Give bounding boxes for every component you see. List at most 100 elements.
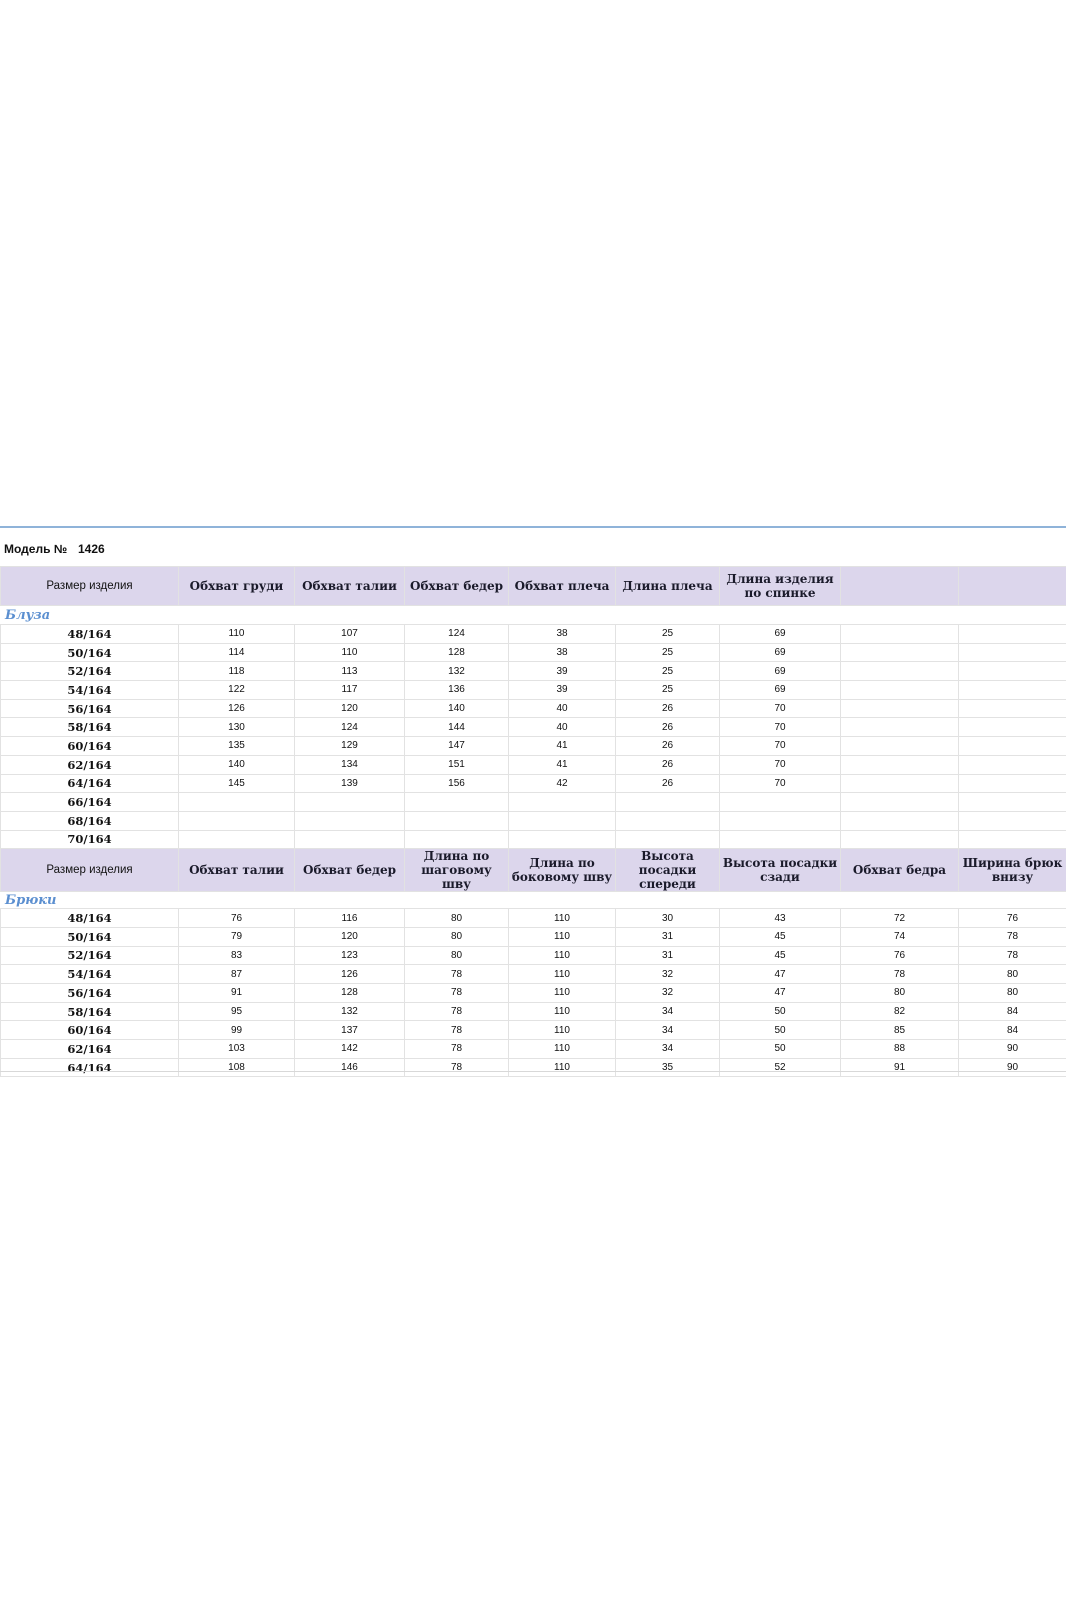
value-cell: 146: [294, 1057, 405, 1078]
value-cell: [840, 624, 959, 644]
size-cell: 52/164: [0, 661, 179, 682]
empty-cell: [294, 891, 405, 910]
value-cell: 69: [719, 661, 841, 682]
value-cell: 76: [840, 945, 959, 966]
value-cell: [615, 829, 720, 850]
value-cell: 32: [615, 964, 720, 984]
value-cell: 34: [615, 1001, 720, 1022]
trousers-section-row: Брюки: [0, 891, 1066, 910]
value-cell: [840, 829, 959, 850]
value-cell: [508, 810, 616, 831]
value-cell: 140: [178, 754, 295, 775]
value-cell: 110: [508, 1020, 616, 1041]
value-cell: [294, 829, 405, 850]
value-cell: 136: [404, 680, 509, 700]
value-cell: [294, 792, 405, 812]
value-cell: [958, 773, 1066, 794]
value-cell: 83: [178, 945, 295, 966]
value-cell: 151: [404, 754, 509, 775]
value-cell: [958, 829, 1066, 850]
size-cell: 56/164: [0, 698, 179, 719]
size-cell: 60/164: [0, 736, 179, 756]
size-cell: 58/164: [0, 717, 179, 738]
size-cell: 52/164: [0, 945, 179, 966]
value-cell: 26: [615, 698, 720, 719]
value-cell: 91: [178, 983, 295, 1003]
value-cell: 78: [958, 945, 1066, 966]
value-cell: 78: [404, 1020, 509, 1041]
size-cell: 48/164: [0, 624, 179, 644]
table-row: 50/164 79 120 80 110 31 45 74 78: [0, 926, 1066, 947]
table-row: 48/164 76 116 80 110 30 43 72 76: [0, 908, 1066, 928]
value-cell: 47: [719, 964, 841, 984]
value-cell: 123: [294, 945, 405, 966]
value-cell: 110: [508, 1039, 616, 1059]
value-cell: 156: [404, 773, 509, 794]
empty-cell: [294, 605, 405, 625]
value-cell: 47: [719, 983, 841, 1003]
value-cell: 80: [958, 964, 1066, 984]
value-cell: [958, 642, 1066, 663]
value-cell: 26: [615, 736, 720, 756]
value-cell: [840, 773, 959, 794]
empty-cell: [840, 891, 959, 910]
value-cell: [958, 717, 1066, 738]
model-label: Модель №: [4, 542, 68, 556]
value-cell: 38: [508, 642, 616, 663]
value-cell: 99: [178, 1020, 295, 1041]
value-cell: 78: [958, 926, 1066, 947]
value-cell: 52: [719, 1057, 841, 1078]
value-cell: 31: [615, 926, 720, 947]
value-cell: 70: [719, 736, 841, 756]
size-cell: 70/164: [0, 829, 179, 850]
value-cell: 69: [719, 680, 841, 700]
value-cell: 50: [719, 1039, 841, 1059]
value-cell: [508, 829, 616, 850]
trousers-header-cell: Размер изделия: [0, 848, 179, 893]
table-row: 54/164 87 126 78 110 32 47 78 80: [0, 964, 1066, 984]
trousers-header-cell: Ширина брюк внизу: [958, 848, 1066, 893]
value-cell: [840, 792, 959, 812]
value-cell: 26: [615, 754, 720, 775]
trousers-header-row: Размер изделия Обхват талии Обхват бедер Дл…: [0, 848, 1066, 893]
value-cell: 78: [404, 1039, 509, 1059]
table-row: 58/164 95 132 78 110 34 50 82 84: [0, 1001, 1066, 1022]
value-cell: 110: [508, 983, 616, 1003]
table-row: 62/164 103 142 78 110 34 50 88 90: [0, 1039, 1066, 1059]
size-cell: 58/164: [0, 1001, 179, 1022]
value-cell: 82: [840, 1001, 959, 1022]
value-cell: 90: [958, 1039, 1066, 1059]
value-cell: 90: [958, 1057, 1066, 1078]
value-cell: 35: [615, 1057, 720, 1078]
value-cell: 41: [508, 736, 616, 756]
blouse-section-row: Блуза: [0, 605, 1066, 625]
value-cell: 95: [178, 1001, 295, 1022]
value-cell: 38: [508, 624, 616, 644]
value-cell: 142: [294, 1039, 405, 1059]
value-cell: 78: [840, 964, 959, 984]
value-cell: 74: [840, 926, 959, 947]
trousers-header-cell: Обхват бедра: [840, 848, 959, 893]
value-cell: 110: [508, 1057, 616, 1078]
blouse-section-title: Блуза: [0, 605, 179, 625]
value-cell: [719, 829, 841, 850]
trousers-header-cell: Высота посадки спереди: [615, 848, 720, 893]
blouse-header-row: Размер изделия Обхват груди Обхват талии Об…: [0, 566, 1066, 606]
empty-cell: [508, 891, 616, 910]
value-cell: 124: [404, 624, 509, 644]
size-cell: 60/164: [0, 1020, 179, 1041]
value-cell: [958, 624, 1066, 644]
value-cell: 126: [178, 698, 295, 719]
value-cell: 108: [178, 1057, 295, 1078]
empty-cell: [719, 605, 841, 625]
blouse-header-cell: Обхват плеча: [508, 566, 616, 606]
value-cell: 30: [615, 908, 720, 928]
value-cell: [840, 736, 959, 756]
trousers-header-cell: Высота посадки сзади: [719, 848, 841, 893]
table-row: 56/164 91 128 78 110 32 47 80 80: [0, 983, 1066, 1003]
size-cell: 64/164: [0, 773, 179, 794]
value-cell: [840, 754, 959, 775]
value-cell: 70: [719, 773, 841, 794]
value-cell: 103: [178, 1039, 295, 1059]
value-cell: [840, 680, 959, 700]
